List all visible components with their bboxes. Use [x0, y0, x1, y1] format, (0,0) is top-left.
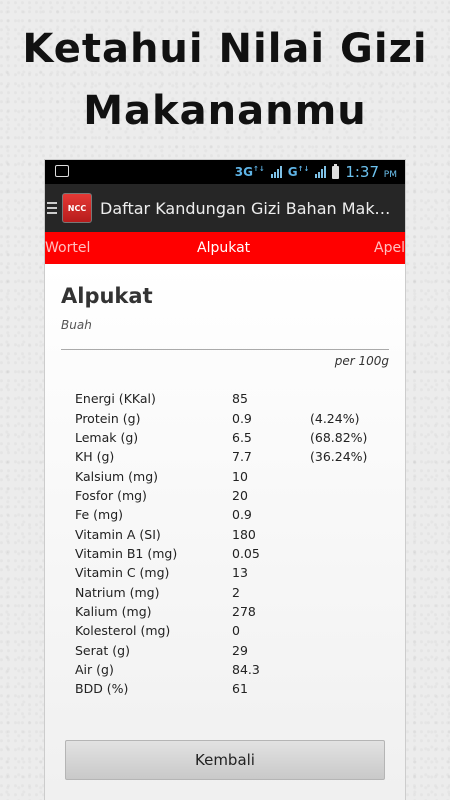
nutrient-percent — [310, 582, 367, 601]
nutrient-value: 7.7 — [232, 449, 252, 465]
nutrient-row: KH (g) 7.7 (36.24%) — [75, 447, 367, 466]
app-logo-icon[interactable]: NCC — [62, 193, 92, 223]
nutrient-label: Protein (g) — [75, 410, 141, 426]
nutrient-percent — [310, 466, 367, 485]
battery-icon — [332, 163, 340, 179]
nutrient-value: 0.05 — [232, 545, 260, 561]
status-bar: 3G↑↓ G↑↓ 1:37 PM — [45, 160, 405, 184]
nutrient-percent — [310, 505, 367, 524]
nutrient-value: 84.3 — [232, 661, 260, 677]
nutrient-label: Vitamin C (mg) — [75, 565, 170, 581]
nutrient-value: 10 — [232, 468, 248, 484]
food-category: Buah — [61, 318, 92, 332]
nutrient-value: 29 — [232, 642, 248, 658]
signal-2-icon — [315, 166, 327, 178]
nutrient-label: Natrium (mg) — [75, 584, 160, 600]
phone-screen: 3G↑↓ G↑↓ 1:37 PM NCC Daftar Kandungan Gi… — [45, 160, 405, 800]
nutrient-label: Vitamin B1 (mg) — [75, 545, 178, 561]
clock: 1:37 PM — [345, 163, 397, 181]
serving-unit: per 100g — [334, 354, 389, 368]
nutrient-value: 278 — [232, 603, 256, 619]
nutrient-row: Lemak (g) 6.5 (68.82%) — [75, 428, 367, 447]
nutrient-table: Energi (KKal) 85 Protein (g) 0.9 (4.24%) Lema… — [75, 389, 367, 699]
nutrient-percent: (36.24%) — [310, 449, 368, 465]
nutrient-percent: (68.82%) — [310, 429, 368, 445]
food-name: Alpukat — [61, 284, 153, 308]
nutrient-percent — [310, 621, 367, 640]
nutrient-row: Fosfor (mg) 20 — [75, 486, 367, 505]
nutrient-percent — [310, 486, 367, 505]
nutrient-value: 85 — [232, 391, 248, 407]
nutrient-label: Serat (g) — [75, 642, 130, 658]
app-title: Daftar Kandungan Gizi Bahan Maka… — [100, 198, 400, 218]
nutrient-label: Lemak (g) — [75, 429, 139, 445]
food-detail: Alpukat Buah per 100g Energi (KKal) 85 Pro… — [45, 264, 405, 800]
nutrient-label: Energi (KKal) — [75, 391, 156, 407]
tab-current[interactable]: Alpukat — [197, 240, 250, 256]
divider — [61, 349, 389, 350]
notification-icon — [55, 165, 69, 177]
nutrient-value: 0.9 — [232, 507, 252, 523]
nutrient-value: 0 — [232, 623, 240, 639]
nutrient-label: BDD (%) — [75, 681, 129, 697]
nutrient-row: Serat (g) 29 — [75, 640, 367, 659]
nutrient-label: Kalium (mg) — [75, 603, 152, 619]
nutrient-row: Protein (g) 0.9 (4.24%) — [75, 408, 367, 427]
action-bar: NCC Daftar Kandungan Gizi Bahan Maka… — [45, 184, 405, 232]
promo-line-1: Ketahui Nilai Gizi — [22, 26, 428, 72]
nutrient-percent — [310, 640, 367, 659]
network-3g-icon: 3G↑↓ — [234, 165, 265, 179]
tab-previous[interactable]: Wortel — [45, 240, 90, 256]
nutrient-label: Kolesterol (mg) — [75, 623, 171, 639]
nutrient-percent — [310, 602, 367, 621]
network-g-icon: G↑↓ — [287, 165, 310, 179]
nutrient-value: 13 — [232, 565, 248, 581]
nutrient-label: Air (g) — [75, 661, 114, 677]
nutrient-percent — [310, 660, 367, 679]
nutrient-row: Kalium (mg) 278 — [75, 602, 367, 621]
nutrient-value: 2 — [232, 584, 240, 600]
nutrient-row: Kolesterol (mg) 0 — [75, 621, 367, 640]
nutrient-value: 6.5 — [232, 429, 252, 445]
nutrient-value: 0.9 — [232, 410, 252, 426]
nutrient-label: Fe (mg) — [75, 507, 124, 523]
nutrient-row: Energi (KKal) 85 — [75, 389, 367, 408]
tab-next[interactable]: Apel — [374, 240, 405, 256]
nutrient-percent — [310, 389, 367, 408]
nutrient-row: Fe (mg) 0.9 — [75, 505, 367, 524]
nutrient-row: Air (g) 84.3 — [75, 660, 367, 679]
promo-headline: Ketahui Nilai Gizi Makananmu — [0, 18, 450, 142]
nutrient-percent — [310, 524, 367, 543]
nutrient-label: Vitamin A (SI) — [75, 526, 161, 542]
nutrient-row: Vitamin C (mg) 13 — [75, 563, 367, 582]
nutrient-value: 20 — [232, 487, 248, 503]
tab-strip: Wortel Alpukat Apel — [45, 232, 405, 264]
nutrient-percent — [310, 679, 367, 698]
nutrient-row: Kalsium (mg) 10 — [75, 466, 367, 485]
nutrient-label: KH (g) — [75, 449, 115, 465]
nutrient-percent: (4.24%) — [310, 410, 360, 426]
nutrient-value: 61 — [232, 681, 248, 697]
nutrient-row: BDD (%) 61 — [75, 679, 367, 698]
nutrient-value: 180 — [232, 526, 256, 542]
nutrient-percent — [310, 544, 367, 563]
back-button[interactable]: Kembali — [65, 740, 385, 780]
nutrient-label: Fosfor (mg) — [75, 487, 147, 503]
menu-icon[interactable] — [47, 202, 57, 214]
nutrient-label: Kalsium (mg) — [75, 468, 159, 484]
nutrient-row: Vitamin B1 (mg) 0.05 — [75, 544, 367, 563]
nutrient-percent — [310, 563, 367, 582]
promo-line-2: Makananmu — [83, 88, 367, 134]
nutrient-row: Vitamin A (SI) 180 — [75, 524, 367, 543]
nutrient-row: Natrium (mg) 2 — [75, 582, 367, 601]
signal-icon — [270, 166, 282, 178]
